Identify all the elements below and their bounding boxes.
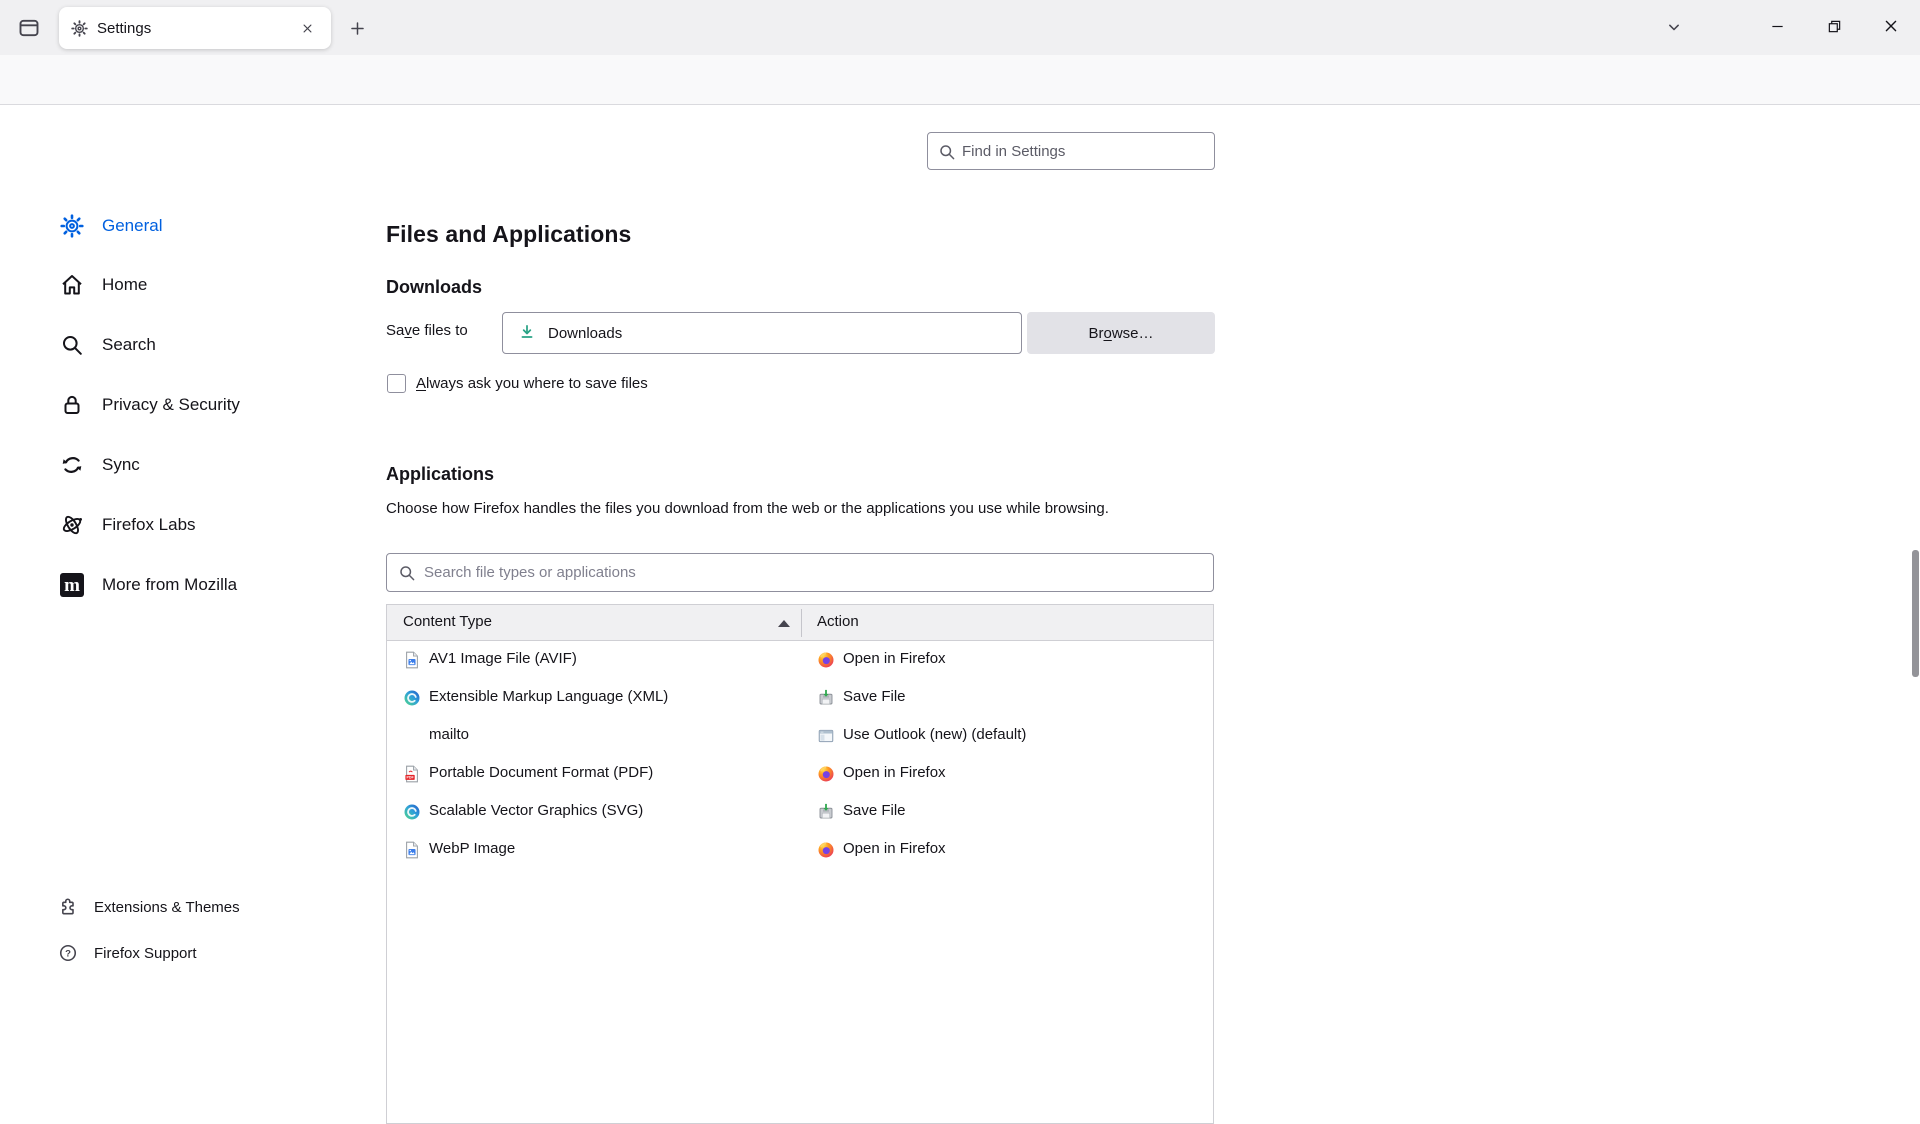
lock-icon (60, 393, 84, 417)
page-scrollbar[interactable] (1912, 550, 1919, 677)
firefox-icon (817, 765, 835, 783)
tab-list-chevron-icon[interactable] (1658, 12, 1690, 42)
new-tab-button[interactable] (341, 13, 373, 43)
column-divider (801, 609, 802, 637)
sidebar-item-label: General (102, 216, 162, 236)
firefox-icon (817, 841, 835, 859)
tab-settings[interactable]: Settings (59, 7, 331, 49)
download-icon (517, 323, 537, 343)
app-window-icon (817, 727, 835, 745)
footer-link-label: Firefox Support (94, 945, 197, 962)
firefox-support-link[interactable]: Firefox Support (58, 935, 197, 971)
sidebar-item-privacy-security[interactable]: Privacy & Security (44, 381, 314, 429)
search-icon (938, 143, 956, 161)
browse-button[interactable]: Browse… (1027, 312, 1215, 354)
applications-search-box (386, 553, 1214, 592)
extensions-themes-link[interactable]: Extensions & Themes (58, 889, 240, 925)
save-files-to-label: Save files to (386, 322, 468, 339)
table-header-row: Content Type Action (387, 605, 1213, 641)
gear-icon (71, 20, 88, 37)
applications-description: Choose how Firefox handles the files you… (386, 496, 1206, 522)
sidebar-item-firefox-labs[interactable]: Firefox Labs (44, 501, 314, 549)
window-close-button[interactable] (1868, 6, 1914, 46)
puzzle-icon (58, 897, 78, 917)
gear-icon (60, 214, 84, 238)
image-file-icon (403, 651, 421, 669)
edge-icon (403, 689, 421, 707)
sidebar-item-label: Search (102, 335, 156, 355)
sidebar-item-home[interactable]: Home (44, 261, 314, 309)
mozilla-icon: m (60, 573, 84, 597)
tab-title: Settings (97, 20, 286, 37)
table-row[interactable]: Scalable Vector Graphics (SVG) Save File (387, 793, 1213, 831)
pdf-icon (403, 765, 421, 783)
download-path-field[interactable]: Downloads (502, 312, 1022, 354)
atom-icon (60, 513, 84, 537)
tab-bar: Settings (0, 0, 1920, 55)
window-minimize-button[interactable] (1754, 6, 1800, 46)
settings-page: General Home Search Privacy & Security S… (0, 106, 1920, 1020)
sidebar-item-general[interactable]: General (44, 202, 314, 250)
question-icon (58, 943, 78, 963)
always-ask-row: Always ask you where to save files (387, 374, 648, 393)
table-row[interactable]: Extensible Markup Language (XML) Save Fi… (387, 679, 1213, 717)
sidebar-item-search[interactable]: Search (44, 321, 314, 369)
window-restore-button[interactable] (1811, 6, 1857, 46)
image-file-icon (403, 841, 421, 859)
table-row[interactable]: AV1 Image File (AVIF) Open in Firefox (387, 641, 1213, 679)
applications-search-input[interactable] (424, 554, 1204, 591)
firefox-view-icon[interactable] (12, 13, 46, 43)
save-file-icon (817, 803, 835, 821)
edge-icon (403, 803, 421, 821)
sort-ascending-icon (778, 620, 790, 627)
sync-icon (60, 453, 84, 477)
download-path-value: Downloads (548, 325, 622, 342)
find-in-settings-input[interactable] (962, 133, 1210, 169)
find-in-settings-box (927, 132, 1215, 170)
navigation-toolbar: Firefox about:preferences (0, 55, 1920, 105)
downloads-heading: Downloads (386, 277, 482, 298)
tab-close-icon[interactable] (295, 16, 319, 40)
always-ask-checkbox[interactable] (387, 374, 406, 393)
firefox-icon (817, 651, 835, 669)
sidebar-item-more-from-mozilla[interactable]: m More from Mozilla (44, 561, 314, 609)
table-row[interactable]: mailto Use Outlook (new) (default) (387, 717, 1213, 755)
column-header-action[interactable]: Action (817, 613, 859, 630)
sidebar-item-sync[interactable]: Sync (44, 441, 314, 489)
search-icon (60, 333, 84, 357)
handlers-table: Content Type Action AV1 Image File (AVIF… (386, 604, 1214, 1124)
footer-link-label: Extensions & Themes (94, 899, 240, 916)
page-title: Files and Applications (386, 221, 631, 248)
sidebar-item-label: Privacy & Security (102, 395, 240, 415)
home-icon (60, 273, 84, 297)
save-file-icon (817, 689, 835, 707)
sidebar-item-label: Firefox Labs (102, 515, 196, 535)
always-ask-label: Always ask you where to save files (416, 375, 648, 392)
sidebar-item-label: More from Mozilla (102, 575, 237, 595)
sidebar-item-label: Home (102, 275, 147, 295)
table-row[interactable]: WebP Image Open in Firefox (387, 831, 1213, 869)
search-icon (398, 564, 416, 582)
sidebar-item-label: Sync (102, 455, 140, 475)
applications-heading: Applications (386, 464, 494, 485)
table-row[interactable]: Portable Document Format (PDF) Open in F… (387, 755, 1213, 793)
column-header-content-type[interactable]: Content Type (403, 613, 492, 630)
